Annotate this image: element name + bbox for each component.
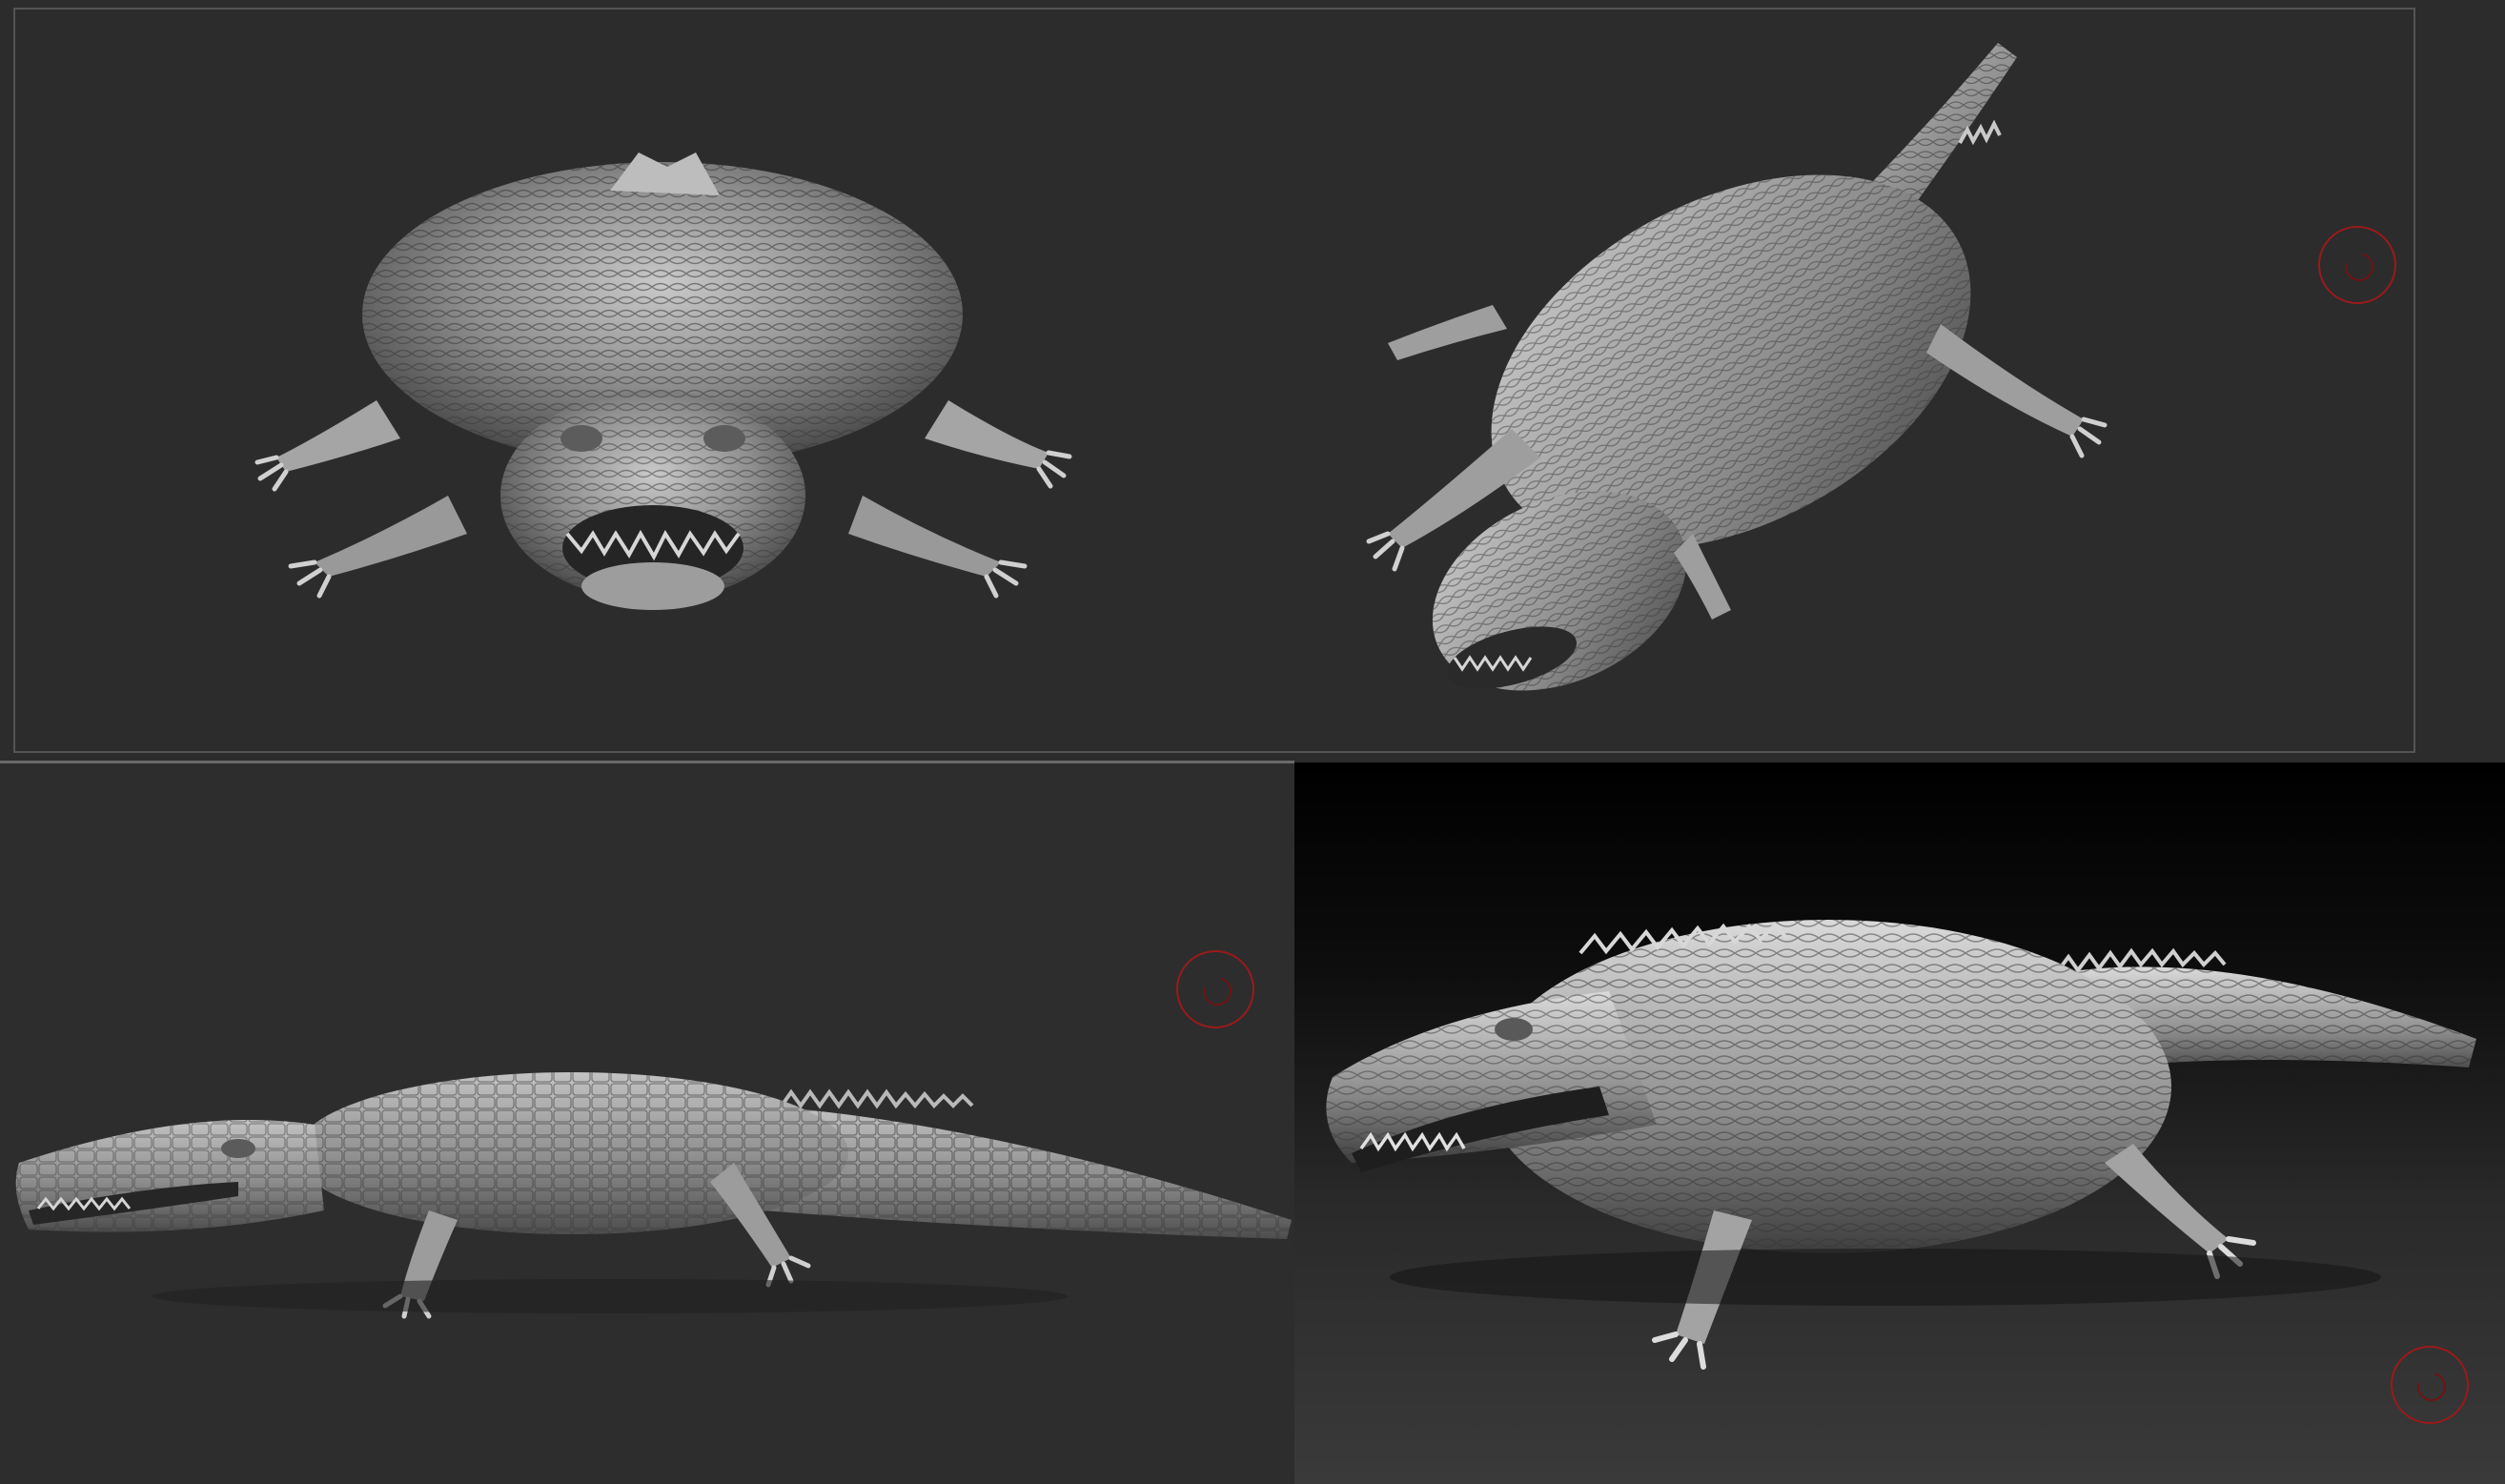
zbrush-turnaround-sheet — [0, 0, 2505, 1484]
crocodile-three-quarter-view — [1366, 43, 2108, 691]
crocodile-side-view — [15, 1072, 1292, 1319]
rotation-gizmo-icon[interactable] — [2318, 226, 2396, 304]
crocodile-perspective-view — [1326, 920, 2476, 1370]
rotation-gizmo-icon[interactable] — [2391, 1346, 2469, 1424]
viewport-divider — [0, 761, 1294, 763]
rotation-gizmo-icon[interactable] — [1176, 950, 1254, 1028]
crocodile-front-view — [255, 152, 1072, 610]
viewport-perspective-render[interactable] — [1294, 762, 2505, 1484]
viewport-front[interactable] — [0, 0, 1293, 762]
viewport-three-quarter[interactable] — [1293, 0, 2505, 762]
viewport-side[interactable] — [0, 762, 1294, 1484]
